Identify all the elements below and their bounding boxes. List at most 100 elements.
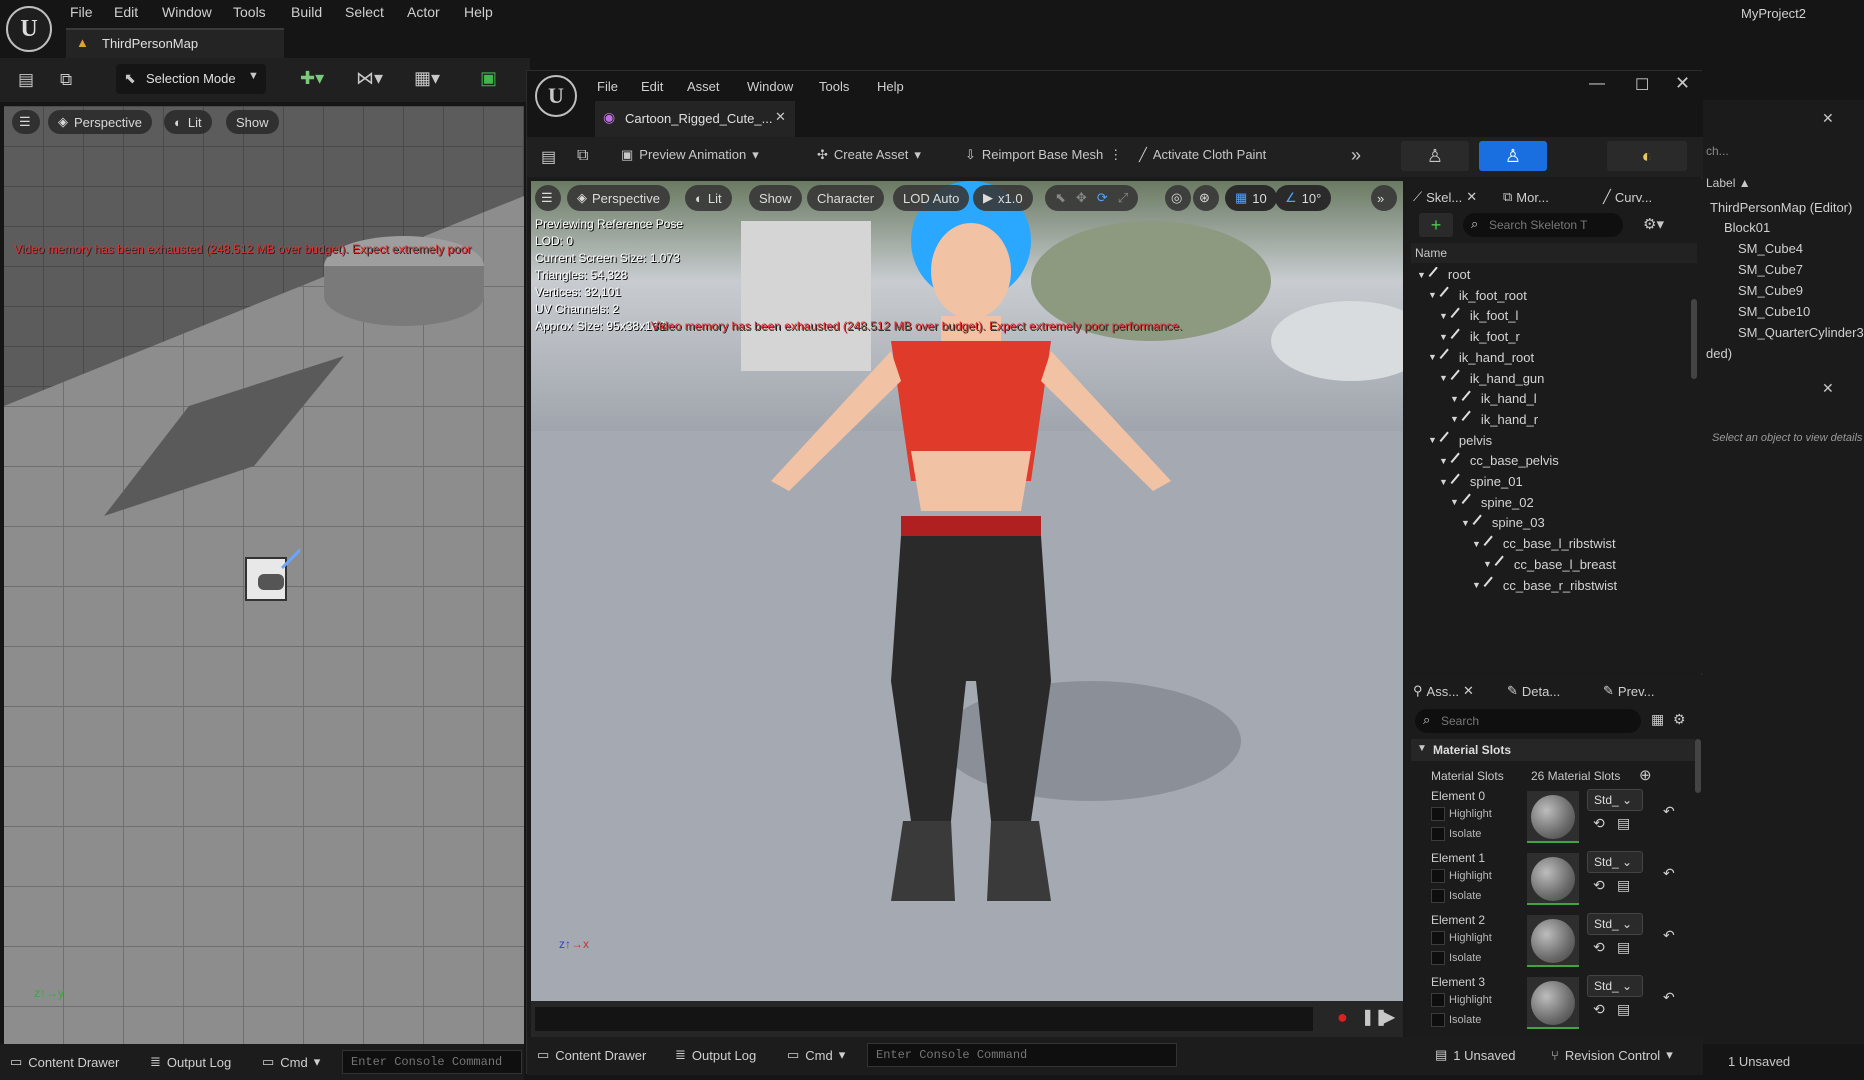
perspective-button[interactable]: ◈ Perspective xyxy=(567,185,670,211)
outliner-row[interactable]: SM_Cube10 xyxy=(1738,304,1810,319)
reimport-button[interactable]: ⇩ Reimport Base Mesh ⋮ xyxy=(965,147,1122,163)
browse-icon[interactable]: ⧉ xyxy=(577,147,588,165)
expand-arrow-icon[interactable]: ▼ xyxy=(1428,435,1437,445)
outliner-row[interactable]: SM_Cube4 xyxy=(1738,241,1803,256)
character-button[interactable]: Character xyxy=(807,185,885,211)
play-mode-icon[interactable]: ▣ xyxy=(480,68,497,89)
expand-arrow-icon[interactable]: ▼ xyxy=(1450,497,1459,507)
tab-asset[interactable]: ◉ Cartoon_Rigged_Cute_... ✕ xyxy=(595,101,795,137)
preview-animation-dropdown[interactable]: ▣ Preview Animation ▾ xyxy=(621,147,759,163)
cloth-paint-button[interactable]: ╱ Activate Cloth Paint xyxy=(1139,147,1266,163)
material-slots-section[interactable]: ▼ Material Slots xyxy=(1411,739,1695,761)
scrollbar[interactable] xyxy=(1691,299,1697,379)
expand-arrow-icon[interactable]: ▼ xyxy=(1439,332,1448,342)
settings-icon[interactable]: ⚙▾ xyxy=(1643,215,1664,233)
move-icon[interactable]: ✥ xyxy=(1076,190,1087,206)
expand-arrow-icon[interactable]: ▼ xyxy=(1483,559,1492,569)
details-search[interactable]: ⌕ Search xyxy=(1415,709,1641,733)
add-actor-icon[interactable]: ✚▾ xyxy=(300,68,324,89)
isolate-checkbox[interactable] xyxy=(1431,827,1445,841)
rotate-icon[interactable]: ⟳ xyxy=(1097,190,1108,206)
bone-row[interactable]: ▼ ik_hand_r xyxy=(1450,410,1538,428)
browse-asset-icon[interactable]: ⟲ xyxy=(1593,815,1605,832)
cmd-dropdown[interactable]: ▭ Cmd ▾ xyxy=(262,1054,320,1070)
save-icon[interactable]: ▤ xyxy=(541,147,556,167)
selection-mode-dropdown[interactable]: ⬉ Selection Mode ▼ xyxy=(116,64,266,94)
expand-arrow-icon[interactable]: ▼ xyxy=(1472,580,1481,590)
bone-row[interactable]: ▼ cc_base_r_ribstwist xyxy=(1472,576,1617,594)
minimize-icon[interactable]: — xyxy=(1589,75,1605,93)
isolate-checkbox[interactable] xyxy=(1431,1013,1445,1027)
skeleton-search[interactable]: ⌕ Search Skeleton T xyxy=(1463,213,1623,237)
show-button[interactable]: Show xyxy=(749,185,802,211)
menu-actor[interactable]: Actor xyxy=(407,4,440,20)
bone-row[interactable]: ▼ ik_hand_gun xyxy=(1439,369,1544,387)
level-viewport[interactable]: ☰ ◈ Perspective ◐ Lit Show Video memory ha… xyxy=(4,106,524,1044)
lod-button[interactable]: LOD Auto xyxy=(893,185,970,211)
skeleton-mode-icon[interactable]: ♙ xyxy=(1401,141,1469,171)
physics-mode-icon[interactable]: ◐ xyxy=(1607,141,1687,171)
play-icon[interactable]: ▶ xyxy=(1383,1007,1395,1027)
record-icon[interactable]: ● xyxy=(1337,1007,1348,1028)
folder-icon[interactable]: ▤ xyxy=(1617,1001,1630,1018)
material-thumbnail[interactable] xyxy=(1527,853,1579,905)
menu-tools[interactable]: Tools xyxy=(233,4,266,20)
bone-row[interactable]: ▼ cc_base_l_breast xyxy=(1483,555,1616,573)
content-drawer-button[interactable]: ▭ Content Drawer xyxy=(10,1054,119,1070)
lit-button[interactable]: ◐ Lit xyxy=(164,110,212,134)
close-window-icon[interactable]: ✕ xyxy=(1675,73,1690,94)
bone-row[interactable]: ▼ ik_hand_root xyxy=(1428,348,1534,366)
label-column-header[interactable]: Label ▲ xyxy=(1706,176,1751,190)
highlight-checkbox[interactable] xyxy=(1431,931,1445,945)
add-slot-icon[interactable]: ⊕ xyxy=(1639,766,1652,784)
browse-asset-icon[interactable]: ⟲ xyxy=(1593,1001,1605,1018)
menu-help[interactable]: Help xyxy=(464,4,493,20)
player-start-icon[interactable] xyxy=(240,546,304,608)
viewport-menu-icon[interactable]: ☰ xyxy=(535,185,561,211)
tab-curves[interactable]: ╱ Curv... xyxy=(1603,189,1652,205)
bone-row[interactable]: ▼ root xyxy=(1417,267,1470,283)
menu-file[interactable]: File xyxy=(597,79,618,94)
expand-arrow-icon[interactable]: ▼ xyxy=(1439,477,1448,487)
outliner-row[interactable]: ThirdPersonMap (Editor) xyxy=(1710,200,1852,215)
outliner-row[interactable]: SM_Cube9 xyxy=(1738,283,1803,298)
output-log-button[interactable]: ≣ Output Log xyxy=(150,1054,231,1070)
folder-icon[interactable]: ▤ xyxy=(1617,815,1630,832)
menu-asset[interactable]: Asset xyxy=(687,79,720,94)
maximize-icon[interactable]: ☐ xyxy=(1635,75,1649,95)
camera-icon[interactable]: ◎ xyxy=(1165,185,1191,211)
close-tab-icon[interactable]: ✕ xyxy=(775,109,786,125)
tab-skeleton-tree[interactable]: ⟋ Skel... ✕ xyxy=(1413,189,1477,205)
close-icon[interactable]: ✕ xyxy=(1822,110,1834,127)
expand-arrow-icon[interactable]: ▼ xyxy=(1439,456,1448,466)
expand-icon[interactable]: » xyxy=(1351,145,1361,166)
scrollbar[interactable] xyxy=(1695,739,1701,793)
expand-arrow-icon[interactable]: ▼ xyxy=(1450,414,1459,424)
bone-row[interactable]: ▼ cc_base_l_ribstwist xyxy=(1472,535,1616,553)
close-icon[interactable]: ✕ xyxy=(1463,683,1474,699)
highlight-checkbox[interactable] xyxy=(1431,993,1445,1007)
close-icon[interactable]: ✕ xyxy=(1466,189,1477,205)
name-column-header[interactable]: Name xyxy=(1411,243,1697,263)
menu-window[interactable]: Window xyxy=(747,79,793,94)
expand-arrow-icon[interactable]: ▼ xyxy=(1428,290,1437,300)
add-bone-button[interactable]: + xyxy=(1419,213,1453,237)
unreal-logo-icon[interactable]: U xyxy=(535,75,577,117)
expand-arrow-icon[interactable]: ▼ xyxy=(1450,394,1459,404)
show-button[interactable]: Show xyxy=(226,110,279,134)
menu-tools[interactable]: Tools xyxy=(819,79,849,94)
angle-snap-button[interactable]: ∠ 10° xyxy=(1275,185,1332,211)
bone-row[interactable]: ▼ spine_01 xyxy=(1439,473,1523,490)
material-thumbnail[interactable] xyxy=(1527,915,1579,967)
reset-icon[interactable]: ↶ xyxy=(1663,927,1675,944)
settings-icon[interactable]: ⚙ xyxy=(1673,711,1686,728)
isolate-checkbox[interactable] xyxy=(1431,951,1445,965)
output-log-button[interactable]: ≣ Output Log xyxy=(675,1047,756,1063)
expand-arrow-icon[interactable]: ▼ xyxy=(1439,373,1448,383)
outliner-row[interactable]: SM_QuarterCylinder3 xyxy=(1738,325,1864,340)
expand-arrow-icon[interactable]: ▼ xyxy=(1461,518,1470,528)
viewport-menu-icon[interactable]: ☰ xyxy=(12,110,40,134)
tab-details[interactable]: ✎ Deta... xyxy=(1507,683,1560,699)
browse-asset-icon[interactable]: ⟲ xyxy=(1593,939,1605,956)
console-input[interactable] xyxy=(342,1050,522,1074)
